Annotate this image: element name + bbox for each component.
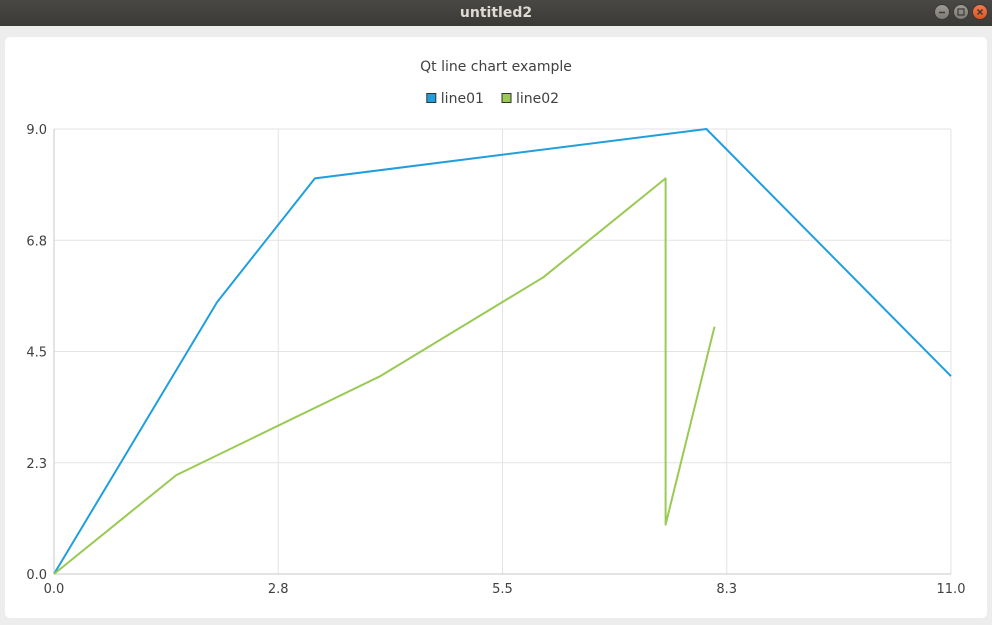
y-tick-label: 0.0 — [26, 568, 47, 583]
y-tick-label: 4.5 — [26, 346, 47, 361]
y-tick-label: 6.8 — [26, 234, 47, 249]
chart-view: Qt line chart example line01 line02 0.0 2.… — [5, 37, 987, 618]
x-tick-label: 2.8 — [268, 582, 289, 597]
x-tick-label: 5.5 — [492, 582, 513, 597]
line-chart: Qt line chart example line01 line02 0.0 2.… — [26, 59, 965, 597]
y-tick-label: 2.3 — [26, 457, 47, 472]
minimize-icon[interactable] — [934, 4, 950, 20]
chart-legend: line01 line02 — [426, 91, 559, 107]
x-tick-label: 0.0 — [44, 582, 65, 597]
y-tick-label: 9.0 — [26, 123, 47, 138]
legend-label-line02: line02 — [516, 91, 559, 107]
legend-swatch-line02 — [501, 93, 512, 103]
series-line-line02 — [53, 177, 716, 575]
x-tick-label: 8.3 — [716, 582, 737, 597]
x-tick-label: 11.0 — [937, 582, 966, 597]
close-icon[interactable] — [972, 4, 988, 20]
chart-title: Qt line chart example — [420, 59, 572, 75]
legend-label-line01: line01 — [441, 91, 484, 107]
window-title: untitled2 — [459, 5, 533, 21]
maximize-icon[interactable] — [953, 4, 969, 20]
chart-tick-labels: 0.0 2.8 5.5 8.3 11.0 0.0 2.3 4.5 6.8 9.0 — [26, 123, 965, 597]
window-titlebar: untitled2 — [0, 0, 992, 26]
legend-swatch-line01 — [426, 93, 437, 103]
